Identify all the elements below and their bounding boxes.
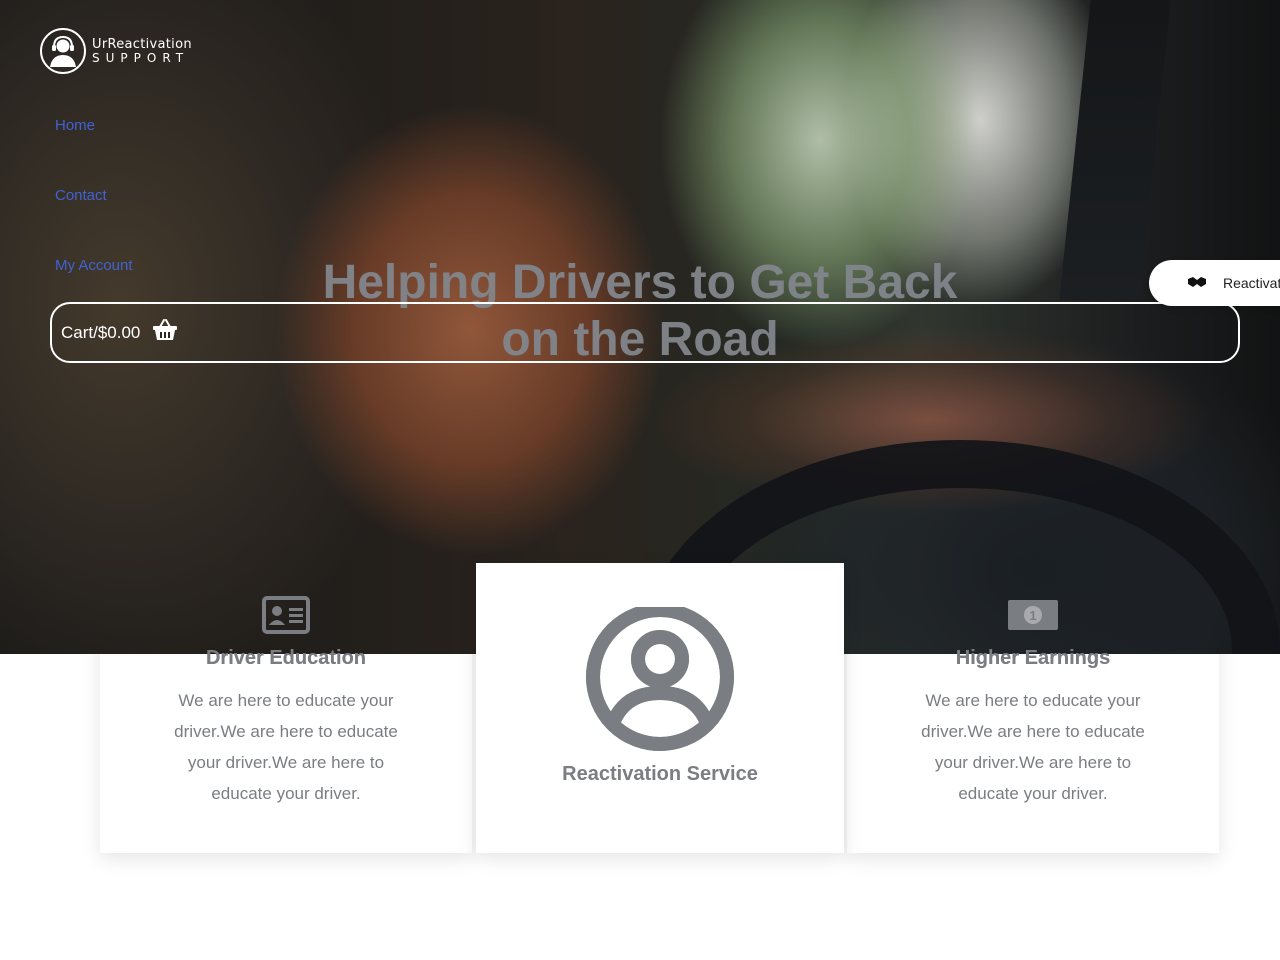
user-circle-icon-overlay bbox=[583, 603, 737, 756]
logo-sub-text: SUPPORT bbox=[92, 51, 190, 65]
site-logo[interactable]: UrReactivation SUPPORT bbox=[40, 28, 192, 74]
id-card-icon bbox=[262, 596, 310, 639]
card-description: We are here to educate your driver.We ar… bbox=[174, 691, 398, 803]
cart-bar[interactable]: Cart/$0.00 bbox=[50, 302, 1240, 363]
float-tab-label: Reactivat bbox=[1223, 275, 1280, 291]
card-description: We are here to educate your driver.We ar… bbox=[921, 691, 1145, 803]
main-nav: Home Contact My Account bbox=[55, 117, 133, 327]
card-title-overlay: Driver Education bbox=[205, 647, 367, 669]
svg-text:1: 1 bbox=[1029, 608, 1036, 623]
handshake-icon bbox=[1187, 275, 1207, 291]
shopping-basket-icon[interactable] bbox=[152, 319, 178, 346]
money-bill-icon: 1 bbox=[1006, 598, 1060, 637]
card-title: Reactivation Service bbox=[562, 763, 758, 785]
feature-card-overlay-right: 1 Higher Earnings bbox=[847, 563, 1219, 669]
cart-total[interactable]: Cart/$0.00 bbox=[61, 323, 140, 343]
feature-card-overlay-left: Driver Education bbox=[100, 563, 472, 669]
logo-brand-text: UrReactivation bbox=[92, 37, 192, 52]
headset-user-icon bbox=[40, 28, 86, 74]
card-title-overlay: Higher Earnings bbox=[955, 647, 1111, 669]
reactivation-float-tab[interactable]: Reactivat bbox=[1149, 260, 1280, 306]
nav-link-home[interactable]: Home bbox=[55, 117, 133, 187]
nav-link-contact[interactable]: Contact bbox=[55, 187, 133, 257]
